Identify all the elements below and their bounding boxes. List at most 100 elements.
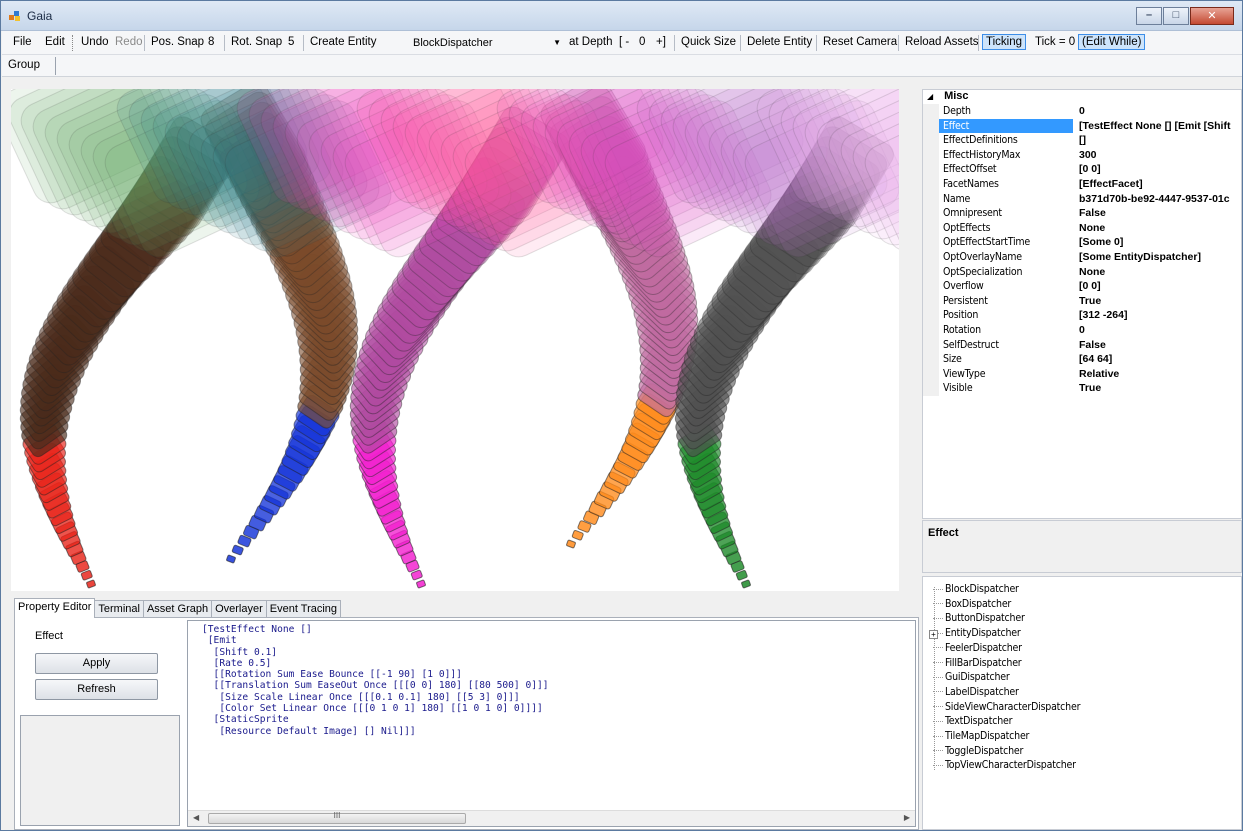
property-value[interactable]: False <box>1073 206 1241 221</box>
pos-snap-value[interactable]: 8 <box>205 36 217 48</box>
tree-item[interactable]: GuiDispatcher <box>933 671 1010 686</box>
property-row[interactable]: FacetNames [EffectFacet] <box>923 176 1241 192</box>
property-row[interactable]: ViewType Relative <box>923 366 1241 382</box>
property-row[interactable]: OptSpecialization None <box>923 264 1241 280</box>
depth-value[interactable]: 0 <box>636 36 648 48</box>
edit-menu[interactable]: Edit <box>42 36 68 48</box>
property-value[interactable]: [312 -264] <box>1073 308 1241 323</box>
tree-item[interactable]: TextDispatcher <box>933 715 1012 730</box>
tab-event-tracing[interactable]: Event Tracing <box>265 600 342 618</box>
property-row[interactable]: Visible True <box>923 381 1241 396</box>
property-row[interactable]: Persistent True <box>923 293 1241 309</box>
undo-button[interactable]: Undo <box>78 36 112 48</box>
tab-overlayer[interactable]: Overlayer <box>211 600 267 618</box>
toolbar-grip <box>72 35 73 51</box>
create-entity-button[interactable]: Create Entity <box>307 36 379 48</box>
property-row[interactable]: Effect [TestEffect None [] [Emit [Shift <box>923 118 1241 134</box>
entity-type-dropdown[interactable]: BlockDispatcher ▼ <box>408 34 564 52</box>
tree-item-label: TextDispatcher <box>945 715 1013 728</box>
row-gutter <box>923 279 939 294</box>
chevron-down-icon: ▼ <box>553 38 561 47</box>
property-row[interactable]: OptEffects None <box>923 220 1241 236</box>
scroll-thumb[interactable]: III <box>208 811 466 824</box>
collapse-triangle-icon[interactable]: ◢ <box>927 92 941 101</box>
property-value[interactable]: [64 64] <box>1073 352 1241 367</box>
tree-item[interactable]: BlockDispatcher <box>933 583 1019 598</box>
menu-bar: File Edit Undo Redo Pos. Snap 8 Rot. Sna… <box>2 31 1242 55</box>
maximize-button[interactable]: □ <box>1163 7 1189 25</box>
redo-button[interactable]: Redo <box>112 36 146 48</box>
tree-item[interactable]: TileMapDispatcher <box>933 730 1029 745</box>
property-value[interactable]: [EffectFacet] <box>1073 177 1241 192</box>
property-value[interactable]: Relative <box>1073 367 1241 382</box>
expand-icon[interactable]: + <box>929 630 938 640</box>
property-row[interactable]: Depth 0 <box>923 104 1241 119</box>
quick-size-button[interactable]: Quick Size <box>678 36 739 48</box>
reload-assets-button[interactable]: Reload Assets <box>902 36 982 48</box>
property-row[interactable]: Name b371d70b-be92-4447-9537-01c <box>923 191 1241 207</box>
tree-item[interactable]: BoxDispatcher <box>933 598 1011 613</box>
tree-item[interactable]: LabelDispatcher <box>933 686 1019 701</box>
reset-camera-button[interactable]: Reset Camera <box>820 36 900 48</box>
close-button[interactable]: ✕ <box>1190 7 1234 25</box>
tab-terminal[interactable]: Terminal <box>94 600 144 618</box>
property-value[interactable]: 300 <box>1073 148 1241 163</box>
depth-decrement-button[interactable]: [ - <box>616 36 632 48</box>
property-category[interactable]: ◢ Misc <box>923 90 1241 104</box>
depth-increment-button[interactable]: +] <box>653 36 669 48</box>
property-row[interactable]: OptEffectStartTime [Some 0] <box>923 235 1241 250</box>
property-row[interactable]: EffectHistoryMax 300 <box>923 147 1241 163</box>
property-row[interactable]: Rotation 0 <box>923 322 1241 338</box>
scroll-left-icon[interactable]: ◀ <box>193 813 199 822</box>
property-value[interactable]: None <box>1073 265 1241 280</box>
horizontal-scrollbar[interactable]: ◀ III ▶ <box>188 810 915 826</box>
file-menu[interactable]: File <box>10 36 35 48</box>
minimize-button[interactable]: – <box>1136 7 1162 25</box>
property-value[interactable]: 0 <box>1073 104 1241 119</box>
code-editor[interactable]: [TestEffect None [] [Emit [Shift 0.1] [R… <box>187 620 916 827</box>
tree-item[interactable]: EntityDispatcher <box>933 627 1021 642</box>
tree-item[interactable]: FeelerDispatcher <box>933 642 1022 657</box>
tree-item[interactable]: TopViewCharacterDispatcher <box>933 759 1076 774</box>
property-value[interactable]: True <box>1073 381 1241 396</box>
property-row[interactable]: Overflow [0 0] <box>923 279 1241 294</box>
property-value[interactable]: [] <box>1073 133 1241 148</box>
property-value[interactable]: [Some 0] <box>1073 235 1241 250</box>
tab-property-editor[interactable]: Property Editor <box>14 598 96 618</box>
property-grid[interactable]: ◢ Misc Depth 0 Effect [TestEffect None [] [… <box>922 89 1242 519</box>
tab-asset-graph[interactable]: Asset Graph <box>142 600 213 618</box>
property-row[interactable]: Omnipresent False <box>923 206 1241 221</box>
tree-item[interactable]: FillBarDispatcher <box>933 657 1022 672</box>
property-row[interactable]: SelfDestruct False <box>923 337 1241 353</box>
row-gutter <box>923 104 939 119</box>
tree-item[interactable]: ButtonDispatcher <box>933 612 1025 627</box>
property-value[interactable]: True <box>1073 294 1241 309</box>
property-value[interactable]: False <box>1073 338 1241 353</box>
tree-item[interactable]: SideViewCharacterDispatcher <box>933 701 1080 716</box>
property-value[interactable]: None <box>1073 221 1241 236</box>
property-value[interactable]: [Some EntityDispatcher] <box>1073 250 1241 265</box>
apply-button[interactable]: Apply <box>35 653 158 674</box>
property-row[interactable]: Position [312 -264] <box>923 308 1241 323</box>
refresh-button[interactable]: Refresh <box>35 679 158 700</box>
ticking-toggle[interactable]: Ticking <box>982 34 1026 50</box>
group-button[interactable]: Group <box>8 59 40 71</box>
property-value[interactable]: b371d70b-be92-4447-9537-01c <box>1073 192 1241 207</box>
tree-item[interactable]: ToggleDispatcher <box>933 745 1023 760</box>
scroll-right-icon[interactable]: ▶ <box>904 813 910 822</box>
property-row[interactable]: EffectOffset [0 0] <box>923 162 1241 177</box>
edit-while-toggle[interactable]: (Edit While) <box>1078 34 1146 50</box>
property-value[interactable]: 0 <box>1073 323 1241 338</box>
scene-viewport[interactable] <box>11 89 899 591</box>
code-text[interactable]: [TestEffect None [] [Emit [Shift 0.1] [R… <box>202 624 549 737</box>
rot-snap-value[interactable]: 5 <box>285 36 297 48</box>
dispatcher-tree[interactable]: BlockDispatcher BoxDispatcher ButtonDispat… <box>922 576 1242 830</box>
property-row[interactable]: Size [64 64] <box>923 352 1241 367</box>
property-value[interactable]: [TestEffect None [] [Emit [Shift <box>1073 119 1241 134</box>
delete-entity-button[interactable]: Delete Entity <box>744 36 815 48</box>
property-row[interactable]: OptOverlayName [Some EntityDispatcher] <box>923 249 1241 265</box>
property-value[interactable]: [0 0] <box>1073 162 1241 177</box>
bottom-tabs: Property Editor Terminal Asset Graph Overla… <box>14 598 342 618</box>
property-value[interactable]: [0 0] <box>1073 279 1241 294</box>
property-row[interactable]: EffectDefinitions [] <box>923 133 1241 148</box>
